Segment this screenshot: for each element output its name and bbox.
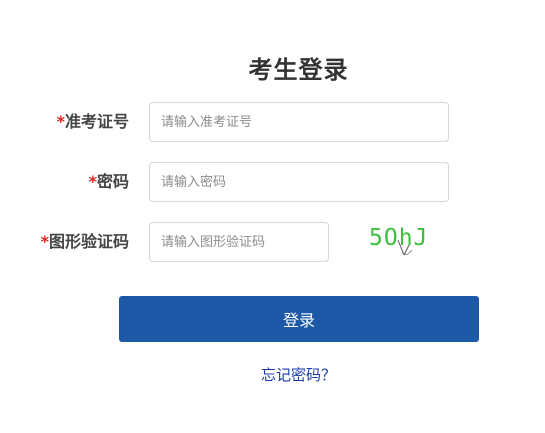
captcha-input[interactable]	[149, 222, 329, 262]
required-mark: *	[56, 112, 65, 131]
exam-id-label: *准考证号	[57, 102, 129, 142]
exam-id-label-text: 准考证号	[64, 112, 129, 131]
captcha-row: *图形验证码 5OhJ	[0, 222, 545, 262]
login-page: 考生登录 *准考证号 *密码 *图形验证码 5OhJ 登录 忘记密码？	[0, 0, 545, 433]
forgot-password-link[interactable]: 忘记密码？	[0, 364, 545, 385]
captcha-image[interactable]: 5OhJ	[360, 222, 440, 262]
password-row: *密码	[0, 162, 545, 202]
page-title: 考生登录	[248, 56, 349, 84]
captcha-label: *图形验证码	[41, 222, 129, 262]
captcha-text: 5OhJ	[369, 225, 429, 251]
exam-id-input[interactable]	[149, 102, 449, 142]
login-button[interactable]: 登录	[119, 296, 479, 342]
password-label: *密码	[89, 162, 129, 202]
captcha-label-text: 图形验证码	[48, 232, 129, 251]
exam-id-row: *准考证号	[0, 102, 545, 142]
password-label-text: 密码	[96, 172, 129, 191]
password-input[interactable]	[149, 162, 449, 202]
required-mark: *	[40, 232, 49, 251]
required-mark: *	[88, 172, 97, 191]
